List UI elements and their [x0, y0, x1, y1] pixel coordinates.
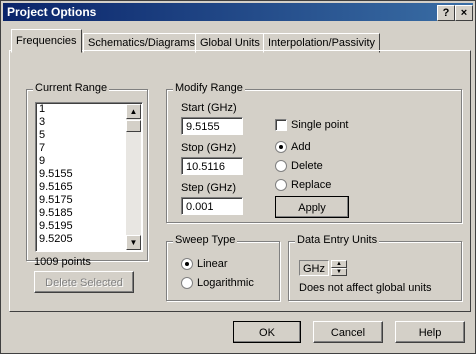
logarithmic-radio[interactable] — [181, 277, 193, 289]
modify-range-legend: Modify Range — [173, 82, 245, 94]
title-bar: Project Options ? × — [3, 3, 473, 21]
step-field[interactable]: 0.001 — [181, 197, 243, 215]
delete-selected-button[interactable]: Delete Selected — [34, 271, 134, 293]
start-field[interactable]: 9.5155 — [181, 117, 243, 135]
units-note: Does not affect global units — [299, 282, 432, 294]
single-point-checkbox[interactable] — [275, 119, 287, 131]
close-button[interactable]: × — [455, 5, 473, 21]
frequencies-panel: Current Range 1 3 5 7 9 9.5155 9.5165 9.… — [9, 50, 471, 312]
delete-label: Delete — [291, 160, 323, 172]
data-entry-units-group: Data Entry Units GHz ▲ ▼ Does not affect… — [288, 234, 462, 301]
step-label: Step (GHz) — [181, 182, 237, 194]
linear-radio[interactable] — [181, 258, 193, 270]
current-range-legend: Current Range — [33, 82, 110, 94]
apply-button[interactable]: Apply — [275, 196, 349, 218]
linear-label: Linear — [197, 258, 228, 270]
replace-radio[interactable] — [275, 179, 287, 191]
start-label: Start (GHz) — [181, 102, 237, 114]
stop-label: Stop (GHz) — [181, 142, 237, 154]
scroll-down-icon[interactable]: ▼ — [126, 235, 141, 250]
scroll-thumb[interactable] — [126, 120, 141, 132]
window-title: Project Options — [7, 5, 97, 19]
logarithmic-label: Logarithmic — [197, 277, 254, 289]
project-options-dialog: Project Options ? × Frequencies Schemati… — [0, 0, 476, 354]
help-title-button[interactable]: ? — [437, 5, 455, 21]
tab-frequencies[interactable]: Frequencies — [11, 29, 82, 53]
replace-label: Replace — [291, 179, 332, 191]
stop-field[interactable]: 10.5116 — [181, 157, 243, 175]
spin-up-icon[interactable]: ▲ — [331, 260, 347, 268]
frequency-list[interactable]: 1 3 5 7 9 9.5155 9.5165 9.5175 9.5185 9.… — [35, 102, 143, 252]
scroll-up-icon[interactable]: ▲ — [126, 104, 141, 119]
add-radio[interactable] — [275, 141, 287, 153]
cancel-button[interactable]: Cancel — [313, 321, 383, 343]
units-field[interactable]: GHz — [299, 260, 329, 276]
help-button[interactable]: Help — [395, 321, 465, 343]
ok-button[interactable]: OK — [233, 321, 301, 343]
data-entry-units-legend: Data Entry Units — [295, 234, 380, 246]
spin-down-icon[interactable]: ▼ — [331, 268, 347, 276]
single-point-label: Single point — [291, 119, 349, 131]
add-label: Add — [291, 141, 311, 153]
units-spinner[interactable]: ▲ ▼ — [331, 260, 347, 276]
current-range-group: Current Range 1 3 5 7 9 9.5155 9.5165 9.… — [26, 82, 148, 261]
sweep-type-legend: Sweep Type — [173, 234, 238, 246]
delete-radio[interactable] — [275, 160, 287, 172]
point-count: 1009 points — [34, 256, 91, 268]
sweep-type-group: Sweep Type Linear Logarithmic — [166, 234, 280, 301]
modify-range-group: Modify Range Start (GHz) 9.5155 Stop (GH… — [166, 82, 462, 223]
list-scrollbar[interactable]: ▲ ▼ — [126, 104, 141, 250]
